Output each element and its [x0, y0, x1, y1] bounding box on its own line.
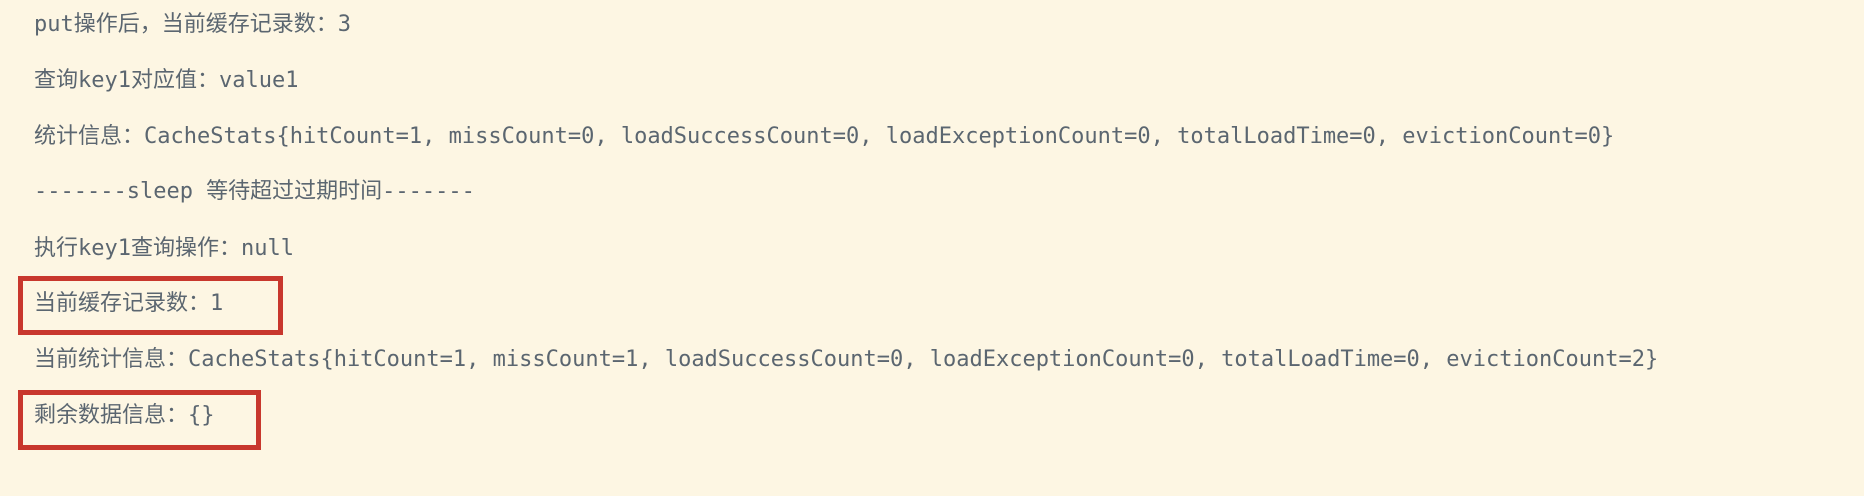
console-line: 当前缓存记录数：1 [34, 291, 224, 316]
console-line: 执行key1查询操作：null [34, 236, 294, 261]
console-line: 当前统计信息：CacheStats{hitCount=1, missCount=… [34, 347, 1659, 372]
console-line: -------sleep 等待超过过期时间------- [34, 179, 475, 204]
console-line: 剩余数据信息：{} [34, 403, 215, 428]
console-line: 查询key1对应值：value1 [34, 68, 299, 93]
console-line: 统计信息：CacheStats{hitCount=1, missCount=0,… [34, 124, 1615, 149]
console-line: put操作后，当前缓存记录数：3 [34, 12, 351, 37]
console-output: put操作后，当前缓存记录数：3 查询key1对应值：value1 统计信息：C… [0, 0, 1864, 496]
